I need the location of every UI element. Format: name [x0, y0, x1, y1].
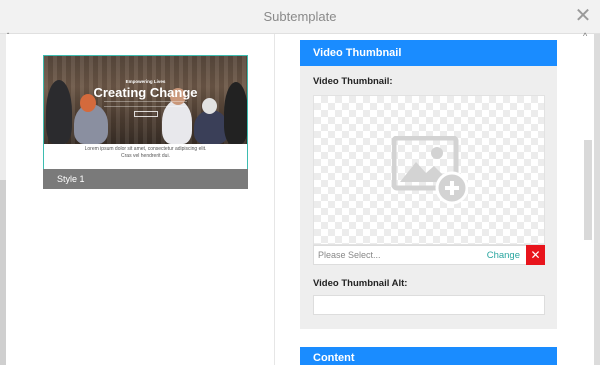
style-label: Style 1	[43, 169, 248, 189]
subtemplate-dialog: Subtemplate ✕ ^ Empowering Lives Creatin…	[0, 0, 600, 365]
style-option-card[interactable]: Empowering Lives Creating Change Lorem i…	[43, 55, 248, 189]
remove-icon[interactable]: ✕	[526, 245, 545, 265]
content-section-header[interactable]: Content	[300, 347, 557, 365]
style-preview-image: Empowering Lives Creating Change	[44, 56, 247, 144]
video-thumbnail-panel: Video Thumbnail Video Thumbnail: Please …	[300, 40, 557, 329]
dialog-titlebar: Subtemplate ✕	[0, 0, 600, 34]
preview-headline: Creating Change	[93, 85, 198, 100]
right-edge	[594, 34, 600, 365]
close-icon[interactable]: ✕	[572, 5, 594, 27]
video-thumbnail-label: Video Thumbnail:	[313, 76, 393, 87]
video-thumbnail-alt-input[interactable]	[313, 295, 545, 315]
right-scroll-up-icon[interactable]: ^	[583, 31, 587, 41]
preview-button	[134, 111, 158, 117]
change-button[interactable]: Change	[487, 250, 520, 261]
image-add-icon	[392, 136, 468, 205]
video-thumbnail-alt-label: Video Thumbnail Alt:	[313, 278, 408, 289]
dialog-title: Subtemplate	[263, 9, 337, 24]
thumbnail-preview[interactable]	[313, 95, 545, 245]
video-thumbnail-header[interactable]: Video Thumbnail	[300, 40, 557, 66]
preview-subtext	[104, 101, 187, 107]
right-scrollbar-thumb[interactable]	[584, 140, 592, 240]
thumbnail-select[interactable]: Please Select... Change ✕	[313, 245, 545, 265]
preview-kicker: Empowering Lives	[125, 79, 166, 84]
thumbnail-select-placeholder: Please Select...	[318, 250, 381, 260]
preview-body-text: Lorem ipsum dolor sit amet, consectetur …	[84, 146, 207, 159]
